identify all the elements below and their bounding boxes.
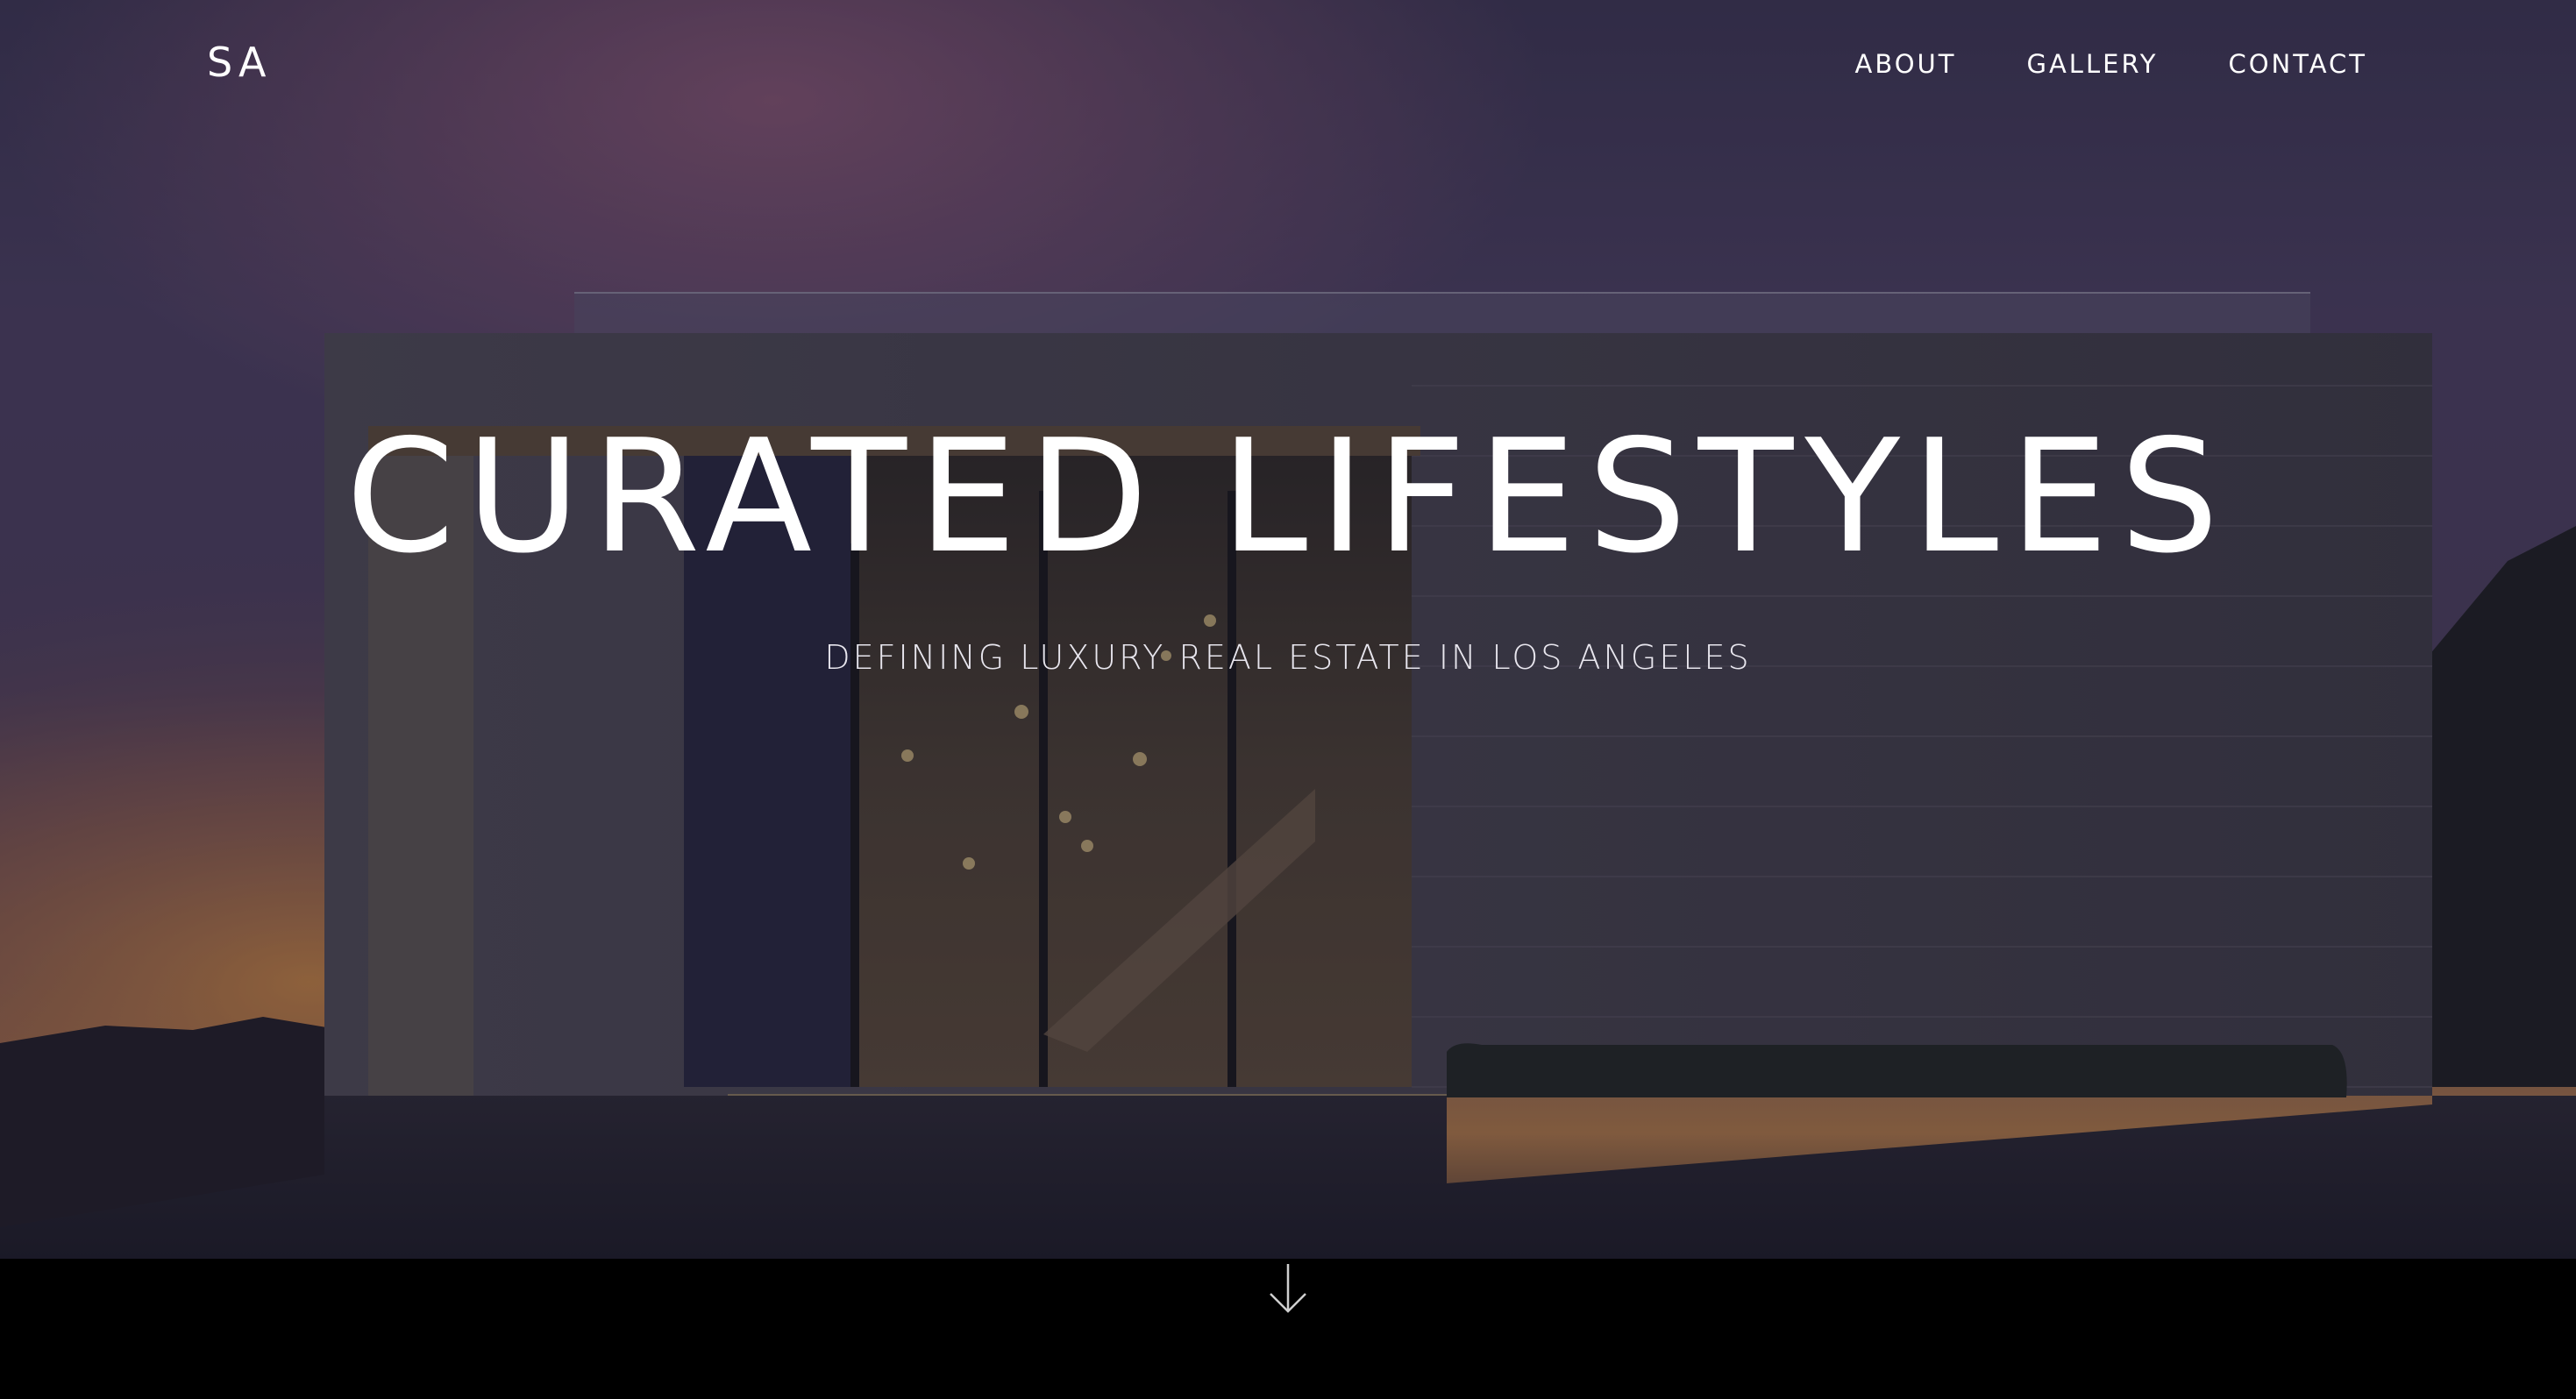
hero-title: CURATED LIFESTYLES: [345, 406, 2231, 587]
arrow-down-icon[interactable]: [1268, 1262, 1308, 1315]
nav-link-contact[interactable]: CONTACT: [2228, 49, 2367, 79]
landing-page: SA ABOUT GALLERY CONTACT CURATED LIFESTY…: [0, 0, 2576, 1399]
nav-link-about[interactable]: ABOUT: [1855, 49, 1957, 79]
nav-link-gallery[interactable]: GALLERY: [2027, 49, 2159, 79]
hero-subtitle: DEFINING LUXURY REAL ESTATE IN LOS ANGEL…: [824, 638, 1752, 677]
hero-background-image: [0, 0, 2576, 1259]
site-logo[interactable]: SA: [207, 39, 272, 86]
main-nav: ABOUT GALLERY CONTACT: [1855, 49, 2368, 79]
